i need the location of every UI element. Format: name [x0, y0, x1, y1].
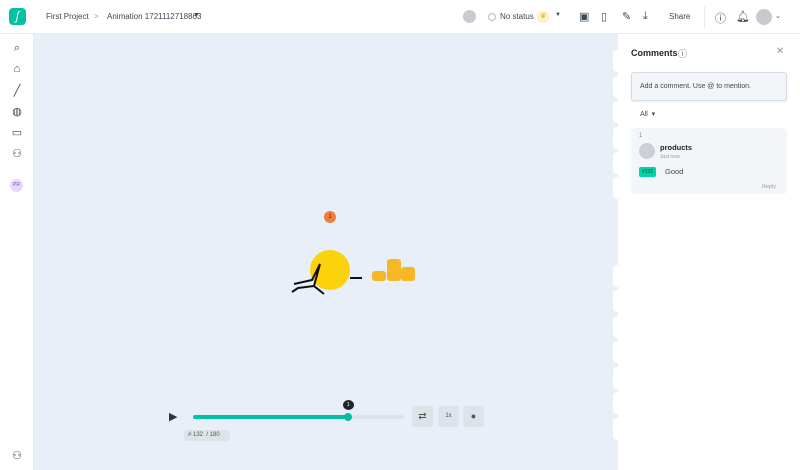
download-icon[interactable]: ⤓ [643, 10, 648, 23]
divider [704, 6, 705, 28]
filter-label: All [640, 111, 648, 118]
mobile-icon[interactable]: ▯ [601, 10, 607, 23]
comment-number: 1 [639, 133, 643, 139]
frame-counter[interactable]: # 132 / 180 [184, 430, 230, 441]
breadcrumb-separator: > [94, 12, 99, 21]
total-frames: / 180 [206, 432, 220, 438]
share-button[interactable]: Share [669, 12, 690, 21]
chevron-down-icon[interactable]: ▼ [555, 12, 561, 18]
filter-dropdown[interactable]: All ▾ [640, 110, 655, 118]
close-icon[interactable]: ✕ [776, 46, 784, 57]
timeline-slider[interactable]: 1 [193, 400, 404, 421]
play-button[interactable]: ▶ [169, 410, 177, 423]
preview-icon[interactable]: ▣ [579, 10, 589, 23]
status-dropdown[interactable]: No status [500, 12, 534, 21]
users-icon[interactable]: ⚇ [9, 145, 25, 161]
app-logo[interactable]: ʃ [9, 8, 26, 25]
breadcrumb-project[interactable]: First Project [46, 12, 89, 21]
reply-button[interactable]: Reply [762, 184, 776, 190]
avatar [639, 143, 655, 159]
avatar[interactable] [463, 10, 476, 23]
edit-icon[interactable]: ✎ [622, 10, 631, 23]
home-icon[interactable]: ⌂ [9, 61, 25, 77]
sidebar: ⌕ ⌂ ╱ ◍ ▭ ⚇ PR ⚇ [0, 34, 34, 470]
globe-icon[interactable]: ◍ [9, 103, 25, 119]
folder-icon[interactable]: ▭ [9, 124, 25, 140]
comment-toggle-icon[interactable]: ● [463, 406, 484, 427]
search-icon[interactable]: ⌕ [9, 40, 25, 56]
user-avatar[interactable] [756, 9, 772, 25]
comment-pin[interactable]: 1 [324, 211, 336, 223]
canvas[interactable]: 1 ◯ ⓘ ◧ ▨ ↺ </> ⛶ ▦ ◒ ⛶ + 100% − ▶ 1 # 1… [34, 34, 635, 470]
help-icon[interactable]: ⓘ [715, 10, 726, 26]
timeline-progress [193, 415, 348, 419]
comments-panel: Comments ⓘ ✕ Add a comment. Use @ to men… [618, 34, 800, 470]
chevron-down-icon[interactable]: ▼ [193, 12, 200, 19]
crown-icon: ♛ [537, 11, 549, 23]
status-circle-icon [488, 13, 496, 21]
comment-text: Good [665, 167, 684, 176]
bell-icon[interactable]: 🔔︎ [736, 10, 750, 23]
chevron-down-icon[interactable]: ⌄ [775, 12, 781, 20]
comment-card[interactable]: 1 products Just now #132 Good Reply [631, 128, 787, 194]
comment-author: products [660, 143, 693, 152]
top-bar: ʃ First Project > Animation 172111271886… [0, 0, 800, 34]
comment-time: Just now [660, 154, 680, 160]
speed-button[interactable]: 1x [438, 406, 459, 427]
panel-title: Comments [631, 48, 678, 58]
brush-icon[interactable]: ╱ [9, 82, 25, 98]
timeline-comment-marker[interactable]: 1 [342, 400, 354, 410]
comment-input[interactable]: Add a comment. Use @ to mention. [631, 72, 787, 101]
frame-badge[interactable]: #132 [639, 167, 657, 177]
workspace-avatar[interactable]: PR [10, 179, 23, 192]
animation-preview [291, 250, 415, 295]
breadcrumb-animation[interactable]: Animation 1721112718863 [107, 12, 201, 21]
timeline-handle[interactable] [343, 413, 352, 421]
invite-user-icon[interactable]: ⚇ [9, 447, 25, 463]
current-frame: # 132 [188, 432, 204, 438]
info-icon[interactable]: ⓘ [678, 47, 687, 60]
loop-icon[interactable]: ⇄ [412, 406, 433, 427]
